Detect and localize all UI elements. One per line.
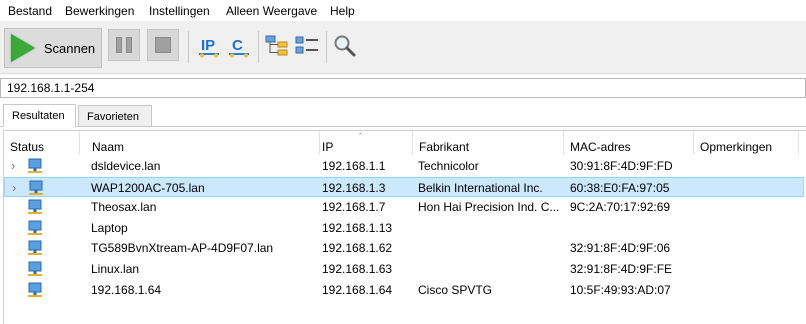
list-view-icon[interactable] [294, 33, 320, 59]
expand-chevron-icon[interactable]: › [12, 180, 16, 195]
tree-view-icon[interactable] [264, 33, 290, 59]
table-row[interactable]: Laptop 192.168.1.13 [4, 218, 804, 238]
cell-fabrikant: Technicolor [418, 159, 479, 173]
tab-divider [0, 126, 806, 127]
pause-icon [116, 37, 132, 53]
results-table: Status Naam IP Fabrikant MAC-adres Opmer… [3, 130, 806, 324]
ip-range-field[interactable] [0, 78, 806, 98]
cell-naam: Laptop [91, 220, 128, 235]
host-alive-icon [28, 261, 42, 276]
cell-ip: 192.168.1.3 [322, 180, 386, 195]
host-alive-icon [28, 199, 42, 215]
column-header-naam[interactable]: Naam [86, 131, 320, 155]
cell-ip: 192.168.1.1 [322, 159, 386, 173]
cell-mac-adres: 60:38:E0:FA:97:05 [570, 180, 670, 195]
cell-fabrikant: Hon Hai Precision Ind. C... [418, 200, 560, 215]
cell-ip: 192.168.1.7 [322, 200, 386, 215]
cell-naam: 192.168.1.64 [91, 282, 162, 297]
cell-naam: TG589BvnXtream-AP-4D9F07.lan [91, 241, 274, 256]
cell-mac-adres: 32:91:8F:4D:9F:FE [570, 262, 673, 276]
ip-icon-text: IP [201, 37, 215, 54]
toolbar-separator [326, 31, 327, 63]
column-header-status[interactable]: Status [4, 131, 80, 155]
table-row[interactable]: Theosax.lan 192.168.1.7 Hon Hai Precision … [4, 197, 804, 217]
toolbar-separator [188, 31, 189, 63]
tab-favorieten[interactable]: Favorieten [78, 105, 152, 126]
comment-fetcher-icon[interactable]: C [226, 33, 252, 59]
table-header: Status Naam IP Fabrikant MAC-adres Opmer… [4, 131, 806, 155]
menu-help[interactable]: Help [330, 4, 355, 18]
ip-range-input[interactable] [1, 79, 805, 97]
c-icon-text: C [232, 37, 243, 54]
host-alive-icon [28, 158, 42, 173]
column-header-opmerkingen[interactable]: Opmerkingen [694, 131, 799, 155]
column-header-ip[interactable]: IP [316, 131, 413, 155]
stop-icon [155, 37, 171, 53]
tab-resultaten[interactable]: Resultaten [3, 104, 76, 127]
tab-bar: Resultaten Favorieten [0, 104, 806, 127]
host-alive-icon [28, 220, 42, 235]
cell-fabrikant: Cisco SPVTG [418, 282, 493, 297]
search-icon[interactable] [332, 33, 358, 59]
toolbar-separator [258, 31, 259, 63]
column-header-fabrikant[interactable]: Fabrikant [413, 131, 564, 155]
table-row[interactable]: TG589BvnXtream-AP-4D9F07.lan 192.168.1.62… [4, 238, 804, 258]
menu-bewerkingen[interactable]: Bewerkingen [65, 4, 134, 18]
sort-ascending-icon: ˆ [359, 132, 362, 142]
cell-fabrikant: Belkin International Inc. [418, 180, 543, 195]
cell-mac-adres: 30:91:8F:4D:9F:FD [570, 159, 673, 173]
menu-bar: Bestand Bewerkingen Instellingen Alleen … [0, 0, 806, 21]
cell-ip: 192.168.1.64 [322, 282, 393, 297]
host-alive-icon [28, 282, 42, 297]
menu-instellingen[interactable]: Instellingen [149, 4, 210, 18]
cell-mac-adres: 10:5F:49:93:AD:07 [570, 282, 671, 297]
cell-naam: WAP1200AC-705.lan [91, 180, 205, 195]
table-row[interactable]: › dsldevice.lan 192.168.1.1 Technicolor 30:9… [4, 156, 804, 176]
cell-ip: 192.168.1.63 [322, 262, 393, 276]
pause-button[interactable] [108, 29, 140, 61]
cell-ip: 192.168.1.62 [322, 241, 393, 256]
host-alive-icon [29, 180, 43, 195]
cell-naam: dsldevice.lan [91, 159, 161, 173]
cell-ip: 192.168.1.13 [322, 220, 393, 235]
table-row[interactable]: › WAP1200AC-705.lan 192.168.1.3 Belkin Inte… [4, 176, 804, 197]
table-row[interactable]: Linux.lan 192.168.1.63 32:91:8F:4D:9F:FE [4, 259, 804, 279]
scan-button[interactable]: Scannen [4, 28, 102, 68]
menu-bestand[interactable]: Bestand [8, 4, 52, 18]
table-row[interactable]: 192.168.1.64 192.168.1.64 Cisco SPVTG 10:5F… [4, 280, 804, 300]
toolbar: Scannen IP C [0, 21, 806, 74]
stop-button[interactable] [147, 29, 179, 61]
cell-mac-adres: 9C:2A:70:17:92:69 [570, 200, 671, 215]
menu-alleen-weergave[interactable]: Alleen Weergave [226, 4, 317, 18]
scan-button-label: Scannen [43, 40, 96, 56]
host-alive-icon [28, 240, 42, 256]
cell-naam: Linux.lan [91, 262, 140, 276]
ip-fetcher-icon[interactable]: IP [196, 33, 222, 59]
expand-chevron-icon[interactable]: › [11, 158, 15, 173]
cell-mac-adres: 32:91:8F:4D:9F:06 [570, 241, 671, 256]
cell-naam: Theosax.lan [91, 200, 157, 215]
play-icon [10, 34, 35, 62]
column-header-mac-adres[interactable]: MAC-adres [564, 131, 694, 155]
